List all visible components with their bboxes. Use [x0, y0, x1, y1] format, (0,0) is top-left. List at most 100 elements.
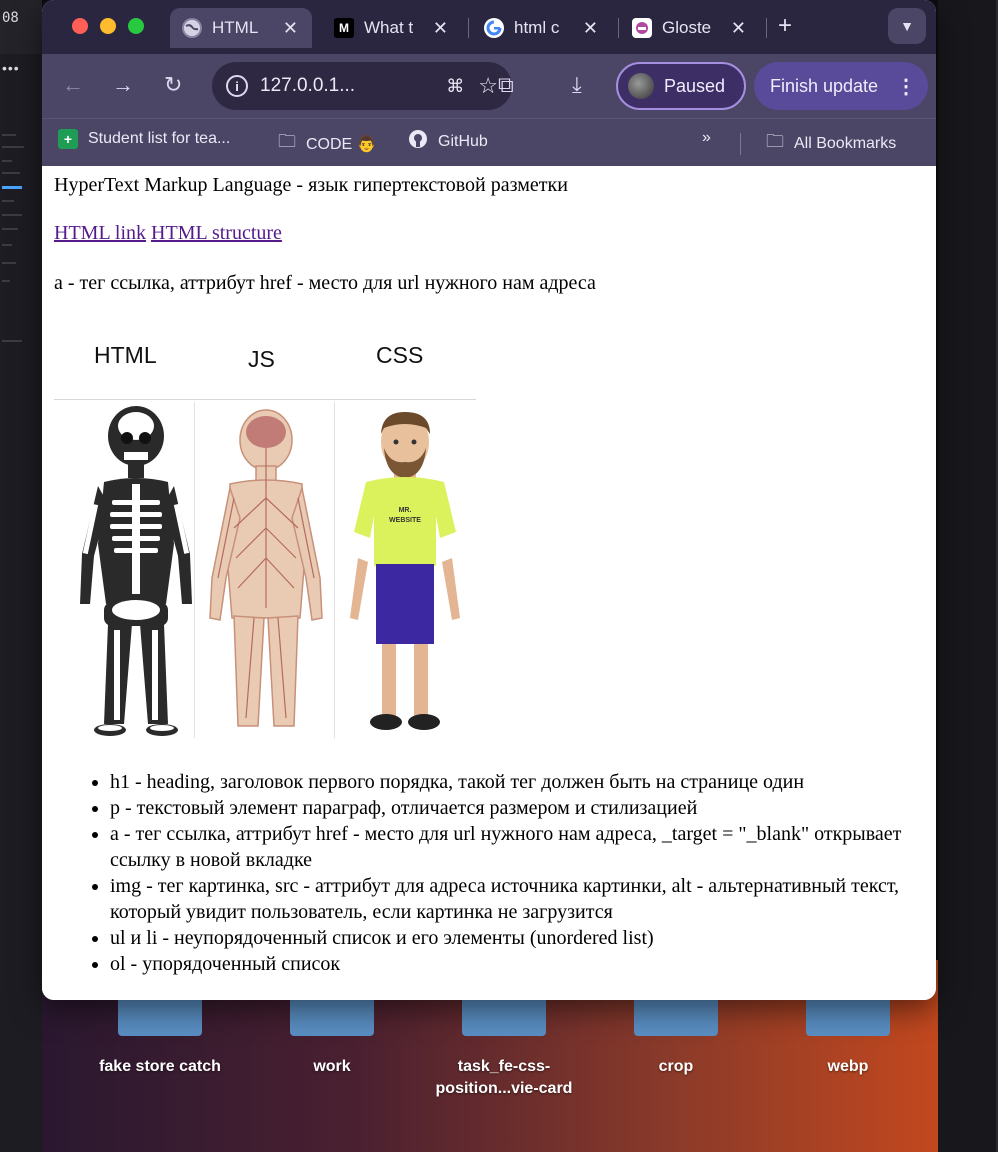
folder-icon[interactable]: [118, 996, 202, 1036]
folder-icon[interactable]: [462, 996, 546, 1036]
figure-label-css: CSS: [376, 342, 424, 368]
nervous-system-illustration: [209, 409, 323, 727]
code-line: [2, 172, 20, 174]
folder-icon: 🗀: [278, 131, 296, 151]
toolbar: ← → ↻ i 127.0.0.1... ⌘ ☆ ⧉ ⤓ Paused Fini…: [42, 54, 936, 118]
editor-menu-dots[interactable]: •••: [2, 60, 20, 76]
bookmark-label: GitHub: [438, 132, 488, 150]
right-background: [938, 0, 998, 1152]
code-line: [2, 160, 12, 162]
desktop-folder-label[interactable]: task_fe-css-position...vie-card: [420, 1056, 588, 1100]
folder-icon[interactable]: [634, 996, 718, 1036]
page-content: HyperText Markup Language - язык гиперте…: [42, 166, 936, 1000]
glossary-icon: [632, 18, 652, 38]
bookmark-label: Student list for tea...: [88, 130, 231, 147]
folder-icon: 🗀: [766, 131, 784, 151]
more-bookmarks-icon[interactable]: »: [702, 129, 711, 147]
reload-icon[interactable]: ↻: [164, 72, 182, 98]
address-bar[interactable]: i 127.0.0.1... ⌘ ☆: [212, 62, 512, 110]
list-item: ul и li - неупорядоченный список и его э…: [110, 925, 930, 951]
google-icon: [484, 18, 504, 38]
html-js-css-image: HTML JS CSS MR. WEBSITE: [54, 326, 478, 746]
profile-button[interactable]: Paused: [616, 62, 746, 110]
browser-window: HTML ✕ M What t ✕ html c ✕ Gloste ✕ + ▼: [42, 0, 936, 1000]
editor-header: 08: [0, 0, 42, 54]
tab-search-button[interactable]: ▼: [888, 8, 926, 44]
new-tab-button[interactable]: +: [778, 12, 792, 40]
html-link[interactable]: HTML link: [54, 222, 146, 244]
code-line: [2, 200, 14, 202]
zoom-window-button[interactable]: [128, 18, 144, 34]
figure-label-js: JS: [248, 346, 275, 372]
tab-bar: HTML ✕ M What t ✕ html c ✕ Gloste ✕ + ▼: [42, 0, 936, 54]
skeleton-illustration: [80, 406, 192, 736]
github-icon: [408, 129, 428, 154]
extensions-icon[interactable]: ⧉: [498, 72, 514, 98]
code-line: [2, 340, 22, 342]
tab-title: html c: [514, 18, 560, 37]
shirt-text-line2: WEBSITE: [389, 517, 421, 524]
sheets-icon: +: [58, 129, 78, 149]
code-line: [2, 244, 12, 246]
close-tab-icon[interactable]: ✕: [283, 18, 298, 39]
all-bookmarks[interactable]: 🗀 All Bookmarks: [766, 129, 896, 159]
tab-separator: [618, 18, 619, 38]
chevron-down-icon: ▼: [900, 18, 914, 34]
tab-separator: [766, 18, 767, 38]
folder-icon[interactable]: [806, 996, 890, 1036]
shirt-text-line1: MR.: [399, 507, 412, 514]
close-tab-icon[interactable]: ✕: [731, 18, 746, 39]
bookmark-folder-code[interactable]: 🗀 CODE 👨: [278, 129, 377, 159]
bookmark-github[interactable]: GitHub: [408, 129, 488, 154]
code-line: [2, 280, 10, 282]
list-item: img - тег картинка, src - аттрибут для а…: [110, 873, 930, 925]
folder-icon[interactable]: [290, 996, 374, 1036]
desktop-folder-label[interactable]: webp: [796, 1056, 900, 1078]
links-paragraph: HTML link HTML structure: [54, 222, 282, 245]
list-item: h1 - heading, заголовок первого порядка,…: [110, 769, 930, 795]
tab-separator: [468, 18, 469, 38]
close-window-button[interactable]: [72, 18, 88, 34]
finish-update-button[interactable]: Finish update ⋮: [754, 62, 928, 110]
list-item: ol - упорядоченный список: [110, 951, 930, 977]
tab-title: Gloste: [662, 18, 712, 37]
list-item: a - тег ссылка, аттрибут href - место дл…: [110, 821, 930, 873]
finish-update-label: Finish update: [770, 75, 879, 96]
editor-number: 08: [2, 10, 19, 26]
profile-status: Paused: [664, 75, 726, 96]
minimize-window-button[interactable]: [100, 18, 116, 34]
code-line: [2, 228, 18, 230]
desktop-folder-label[interactable]: crop: [624, 1056, 728, 1078]
tab-html[interactable]: HTML ✕: [170, 8, 312, 48]
site-info-icon[interactable]: i: [226, 75, 248, 97]
desktop-folder-label[interactable]: fake store catch: [78, 1056, 242, 1078]
html-structure-link[interactable]: HTML structure: [151, 222, 282, 244]
more-vertical-icon[interactable]: ⋮: [896, 74, 916, 99]
desktop-folder-label[interactable]: work: [280, 1056, 384, 1078]
bookmark-star-icon[interactable]: ☆: [478, 73, 498, 99]
mr-website-illustration: MR. WEBSITE: [350, 412, 460, 730]
bookmark-item[interactable]: + Student list for tea...: [58, 129, 230, 149]
bookmark-separator: [740, 133, 741, 155]
anchor-description: a - тег ссылка, аттрибут href - место дл…: [54, 272, 596, 294]
url-text[interactable]: 127.0.0.1...: [260, 75, 446, 97]
tab-title: What t: [364, 18, 414, 37]
close-tab-icon[interactable]: ✕: [583, 18, 598, 39]
back-icon[interactable]: ←: [62, 72, 84, 98]
download-icon[interactable]: ⤓: [572, 72, 582, 98]
tab-medium[interactable]: M What t ✕: [322, 8, 462, 48]
code-line: [2, 214, 22, 216]
close-tab-icon[interactable]: ✕: [433, 18, 448, 39]
tags-list: h1 - heading, заголовок первого порядка,…: [110, 769, 930, 977]
tab-glossary[interactable]: Gloste ✕: [620, 8, 760, 48]
intro-paragraph: HyperText Markup Language - язык гиперте…: [54, 174, 568, 196]
tab-title: HTML: [212, 18, 259, 37]
list-item: p - текстовый элемент параграф, отличает…: [110, 795, 930, 821]
code-line: [2, 146, 24, 148]
bookmark-label: CODE 👨: [306, 136, 377, 153]
translate-icon[interactable]: ⌘: [446, 76, 464, 97]
code-line: [2, 262, 16, 264]
figure-divider: [334, 402, 335, 738]
tab-google[interactable]: html c ✕: [472, 8, 612, 48]
forward-icon[interactable]: →: [112, 72, 134, 98]
